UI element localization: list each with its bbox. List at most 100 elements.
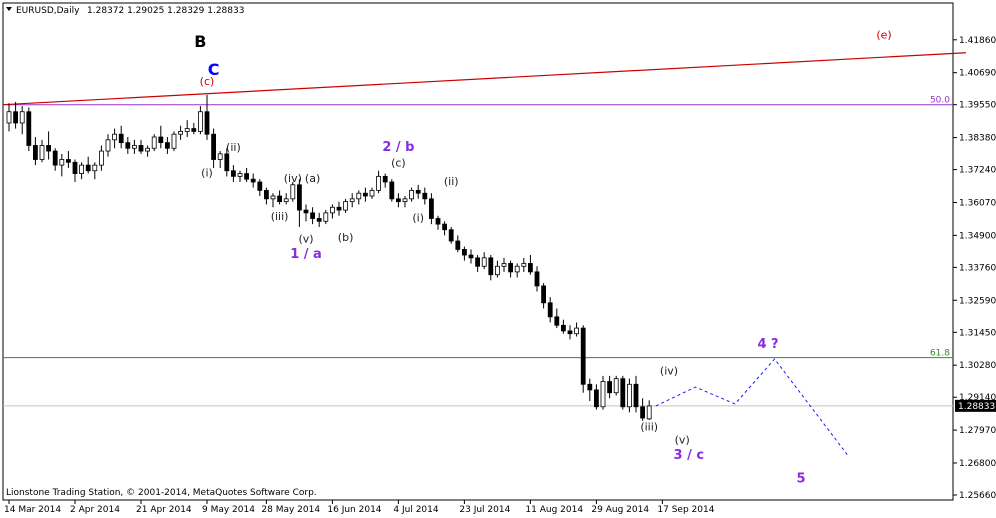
candle-body [336, 206, 342, 211]
wave-label: (v) [675, 433, 690, 446]
wave-label: 3 / c [674, 448, 705, 463]
y-tick-label: 1.36070 [959, 198, 996, 208]
candle-body [329, 206, 335, 214]
candle-body [224, 153, 230, 172]
candle-body [580, 327, 586, 385]
candle-body [494, 265, 500, 276]
eurusd-candlestick-chart[interactable]: 50.061.8 BC(c)(e)(i)(ii)(iii)(iv) (a)(v)(… [0, 0, 996, 518]
candle-body [6, 111, 12, 124]
candle-body [92, 164, 98, 172]
candle-body [145, 147, 151, 152]
candle-body [461, 249, 467, 256]
wave-label: 5 [796, 472, 805, 487]
candle [620, 375, 626, 410]
candle-body [428, 198, 434, 219]
wave-label: 1 / a [290, 247, 322, 262]
candle-body [587, 383, 593, 391]
candle-body [19, 111, 25, 124]
candle-body [164, 142, 170, 149]
candle-body [541, 285, 546, 304]
candle-body [112, 133, 117, 141]
candle-body [52, 150, 58, 166]
x-tick-label: 28 May 2014 [261, 505, 320, 515]
candle-body [316, 218, 322, 222]
x-tick-label: 11 Aug 2014 [525, 505, 583, 515]
wave-label: (e) [876, 29, 891, 42]
candle-body [382, 175, 388, 183]
y-tick-label: 1.33760 [959, 263, 996, 273]
wave-label: (ii) [226, 141, 241, 154]
candle-body [640, 406, 645, 419]
candle-body [422, 192, 428, 200]
candle-body [184, 128, 190, 132]
candle-body [158, 136, 164, 144]
fib-level-label-0: 50.0 [930, 96, 950, 106]
wave-label: (a) [305, 172, 320, 185]
candle-body [613, 378, 619, 394]
x-tick-label: 2 Apr 2014 [70, 505, 120, 515]
candle-body [125, 142, 131, 149]
candle-body [39, 145, 45, 160]
candle-body [402, 198, 408, 203]
candle-body [627, 383, 632, 408]
candle-body [600, 381, 606, 408]
candle-body [448, 229, 454, 242]
x-tick-label: 9 May 2014 [202, 505, 255, 515]
x-tick-label: 4 Jul 2014 [393, 505, 438, 515]
candle-body [230, 170, 236, 177]
candle-body [290, 184, 296, 200]
wave-label: B [194, 32, 206, 51]
candle [26, 107, 32, 152]
candle-body [33, 145, 38, 160]
candle-body [362, 192, 368, 197]
candle-body [85, 164, 91, 172]
x-tick-label: 23 Jul 2014 [459, 505, 510, 515]
candle [580, 325, 586, 393]
candle-body [118, 133, 124, 144]
candle-body [376, 175, 382, 191]
wave-label: (i) [201, 166, 213, 179]
candle-body [250, 178, 256, 183]
candle-body [26, 111, 32, 146]
candle [151, 134, 157, 152]
candle-body [204, 111, 210, 135]
candle-body [468, 254, 474, 259]
y-tick-label: 1.37240 [959, 166, 996, 176]
candle-body [131, 145, 137, 149]
x-tick-label: 21 Apr 2014 [136, 505, 192, 515]
chart-root: 50.0 61.8 B C (c) (e) (i) (ii) (iii) (iv) (a) (v)(… [0, 0, 996, 518]
candle-body [105, 139, 111, 152]
candle-body [409, 190, 415, 200]
candle-body [197, 111, 203, 132]
candle-body [303, 209, 309, 214]
candle-body [244, 173, 250, 180]
wave-label: (c) [200, 75, 215, 88]
candle-body [475, 257, 481, 267]
candle-body [257, 181, 263, 191]
candle-body [343, 201, 349, 211]
wave-label: (iv) [660, 364, 678, 377]
candle-body [211, 133, 217, 160]
candle-body [561, 324, 566, 332]
ohlc-readout: 1.28372 1.29025 1.28329 1.28833 [87, 6, 244, 16]
candle-body [46, 145, 51, 152]
candle-body [13, 111, 19, 124]
y-tick-label: 1.38380 [959, 134, 996, 144]
y-tick-label: 1.39550 [959, 101, 996, 111]
candle-body [263, 190, 269, 200]
y-axis: 1.41860 1.40690 1.39550 1.38380 1.37240 1.360… [953, 36, 996, 501]
y-tick-label: 1.32590 [959, 296, 996, 306]
candle-body [296, 184, 302, 211]
candle-body [574, 327, 579, 335]
candle-body [66, 159, 71, 163]
wave-label: (b) [338, 231, 354, 244]
candle [613, 375, 619, 396]
candle-body [528, 263, 533, 273]
candle-body [369, 190, 375, 197]
candle-body [323, 212, 329, 222]
y-tick-label: 1.30280 [959, 361, 996, 371]
candle-body [633, 383, 639, 408]
y-tick-label: 1.25660 [959, 491, 996, 501]
wave-label: (i) [412, 211, 424, 224]
x-tick-label: 17 Sep 2014 [657, 505, 714, 515]
